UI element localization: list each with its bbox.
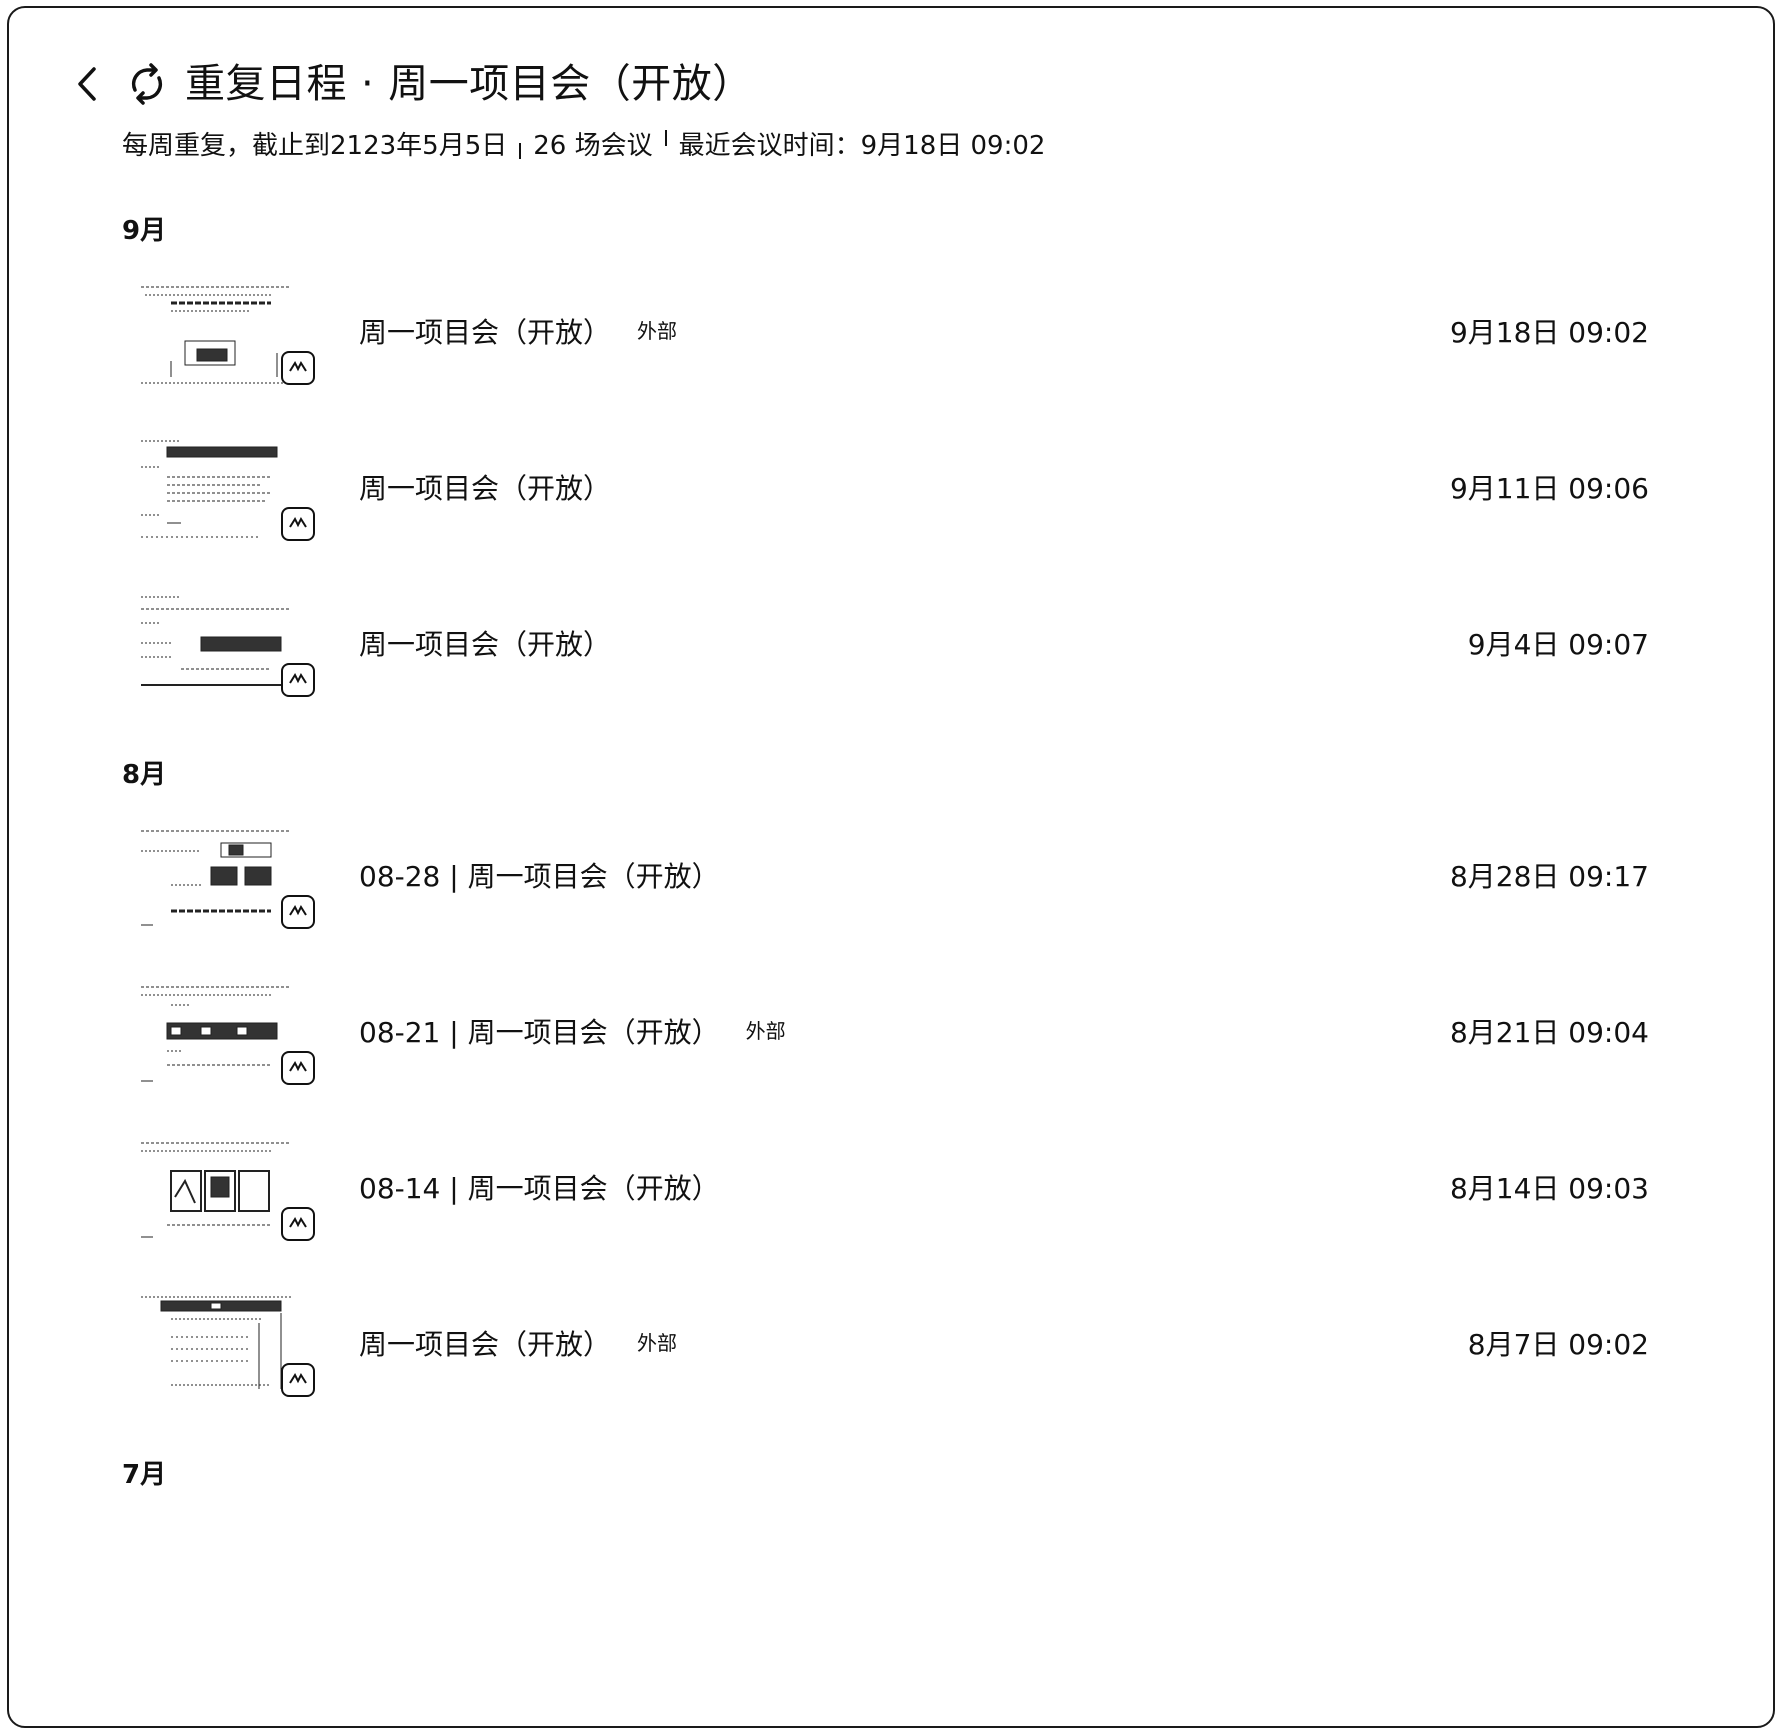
recording-badge-icon — [281, 507, 315, 541]
chevron-left-icon — [78, 67, 96, 101]
month-header: 7月 — [122, 1460, 167, 1490]
meeting-time: 8月14日 09:03 — [1449, 1172, 1649, 1205]
recording-badge-icon — [281, 1207, 315, 1241]
meeting-thumbnail — [141, 981, 317, 1089]
meeting-row[interactable]: 08-28 | 周一项目会（开放） 8月28日 09:17 — [109, 807, 1649, 947]
meeting-row[interactable]: 08-21 | 周一项目会（开放） 外部 8月21日 09:04 — [109, 963, 1649, 1103]
meeting-row[interactable]: 周一项目会（开放） 9月4日 09:07 — [109, 575, 1649, 715]
meeting-name: 08-21 | 周一项目会（开放） — [359, 1016, 720, 1049]
meeting-thumbnail — [141, 281, 317, 389]
recording-badge-icon — [281, 663, 315, 697]
recurring-schedule-window: 重复日程 · 周一项目会（开放） 每周重复，截止到2123年5月5日 26 场会议 … — [7, 6, 1775, 1728]
meeting-title: 08-28 | 周一项目会（开放） — [359, 857, 720, 897]
meeting-time: 9月4日 09:07 — [1467, 628, 1649, 661]
meeting-name: 周一项目会（开放） — [359, 1328, 612, 1361]
meeting-title: 周一项目会（开放） — [359, 469, 611, 509]
meeting-row[interactable]: 周一项目会（开放） 外部 9月18日 09:02 — [109, 263, 1649, 403]
meeting-time: 9月11日 09:06 — [1449, 472, 1649, 505]
meeting-time: 8月28日 09:17 — [1449, 860, 1649, 893]
month-header: 9月 — [122, 216, 167, 246]
recording-badge-icon — [281, 351, 315, 385]
title-meeting-name: 周一项目会（开放） — [388, 61, 753, 107]
latest-meeting-time: 最近会议时间：9月18日 09:02 — [678, 131, 1046, 161]
meeting-row[interactable]: 08-14 | 周一项目会（开放） 8月14日 09:03 — [109, 1119, 1649, 1259]
page-title: 重复日程 · 周一项目会（开放） — [185, 54, 753, 114]
recording-badge-icon — [281, 895, 315, 929]
meeting-name: 周一项目会（开放） — [359, 316, 612, 349]
meeting-title: 08-14 | 周一项目会（开放） — [359, 1169, 720, 1209]
meta-divider — [519, 143, 522, 159]
meeting-name: 周一项目会（开放） — [359, 628, 612, 661]
recording-badge-icon — [281, 1051, 315, 1085]
recurrence-rule: 每周重复，截止到2123年5月5日 — [122, 131, 508, 161]
back-button[interactable] — [65, 60, 109, 108]
meeting-time: 8月7日 09:02 — [1467, 1328, 1649, 1361]
meeting-name: 周一项目会（开放） — [359, 472, 612, 505]
meeting-title: 08-21 | 周一项目会（开放） 外部 — [359, 1013, 786, 1053]
meeting-name: 08-28 | 周一项目会（开放） — [359, 860, 720, 893]
meta-divider — [664, 130, 667, 146]
meeting-thumbnail — [141, 593, 317, 701]
external-tag: 外部 — [637, 319, 678, 343]
recurrence-summary: 每周重复，截止到2123年5月5日 26 场会议 最近会议时间：9月18日 09… — [122, 126, 1045, 166]
meeting-name: 08-14 | 周一项目会（开放） — [359, 1172, 720, 1205]
meeting-count: 26 场会议 — [533, 131, 653, 161]
repeat-icon — [121, 58, 173, 110]
meeting-row[interactable]: 周一项目会（开放） 9月11日 09:06 — [109, 419, 1649, 559]
meeting-time: 9月18日 09:02 — [1449, 316, 1649, 349]
meeting-row[interactable]: 周一项目会（开放） 外部 8月7日 09:02 — [109, 1275, 1649, 1415]
title-schedule: 重复日程 — [185, 61, 347, 107]
external-tag: 外部 — [745, 1019, 786, 1043]
meeting-thumbnail — [141, 1293, 317, 1401]
page-header: 重复日程 · 周一项目会（开放） 每周重复，截止到2123年5月5日 26 场会议 … — [9, 8, 1773, 178]
meeting-title: 周一项目会（开放） 外部 — [359, 1325, 677, 1365]
recording-badge-icon — [281, 1363, 315, 1397]
month-header: 8月 — [122, 760, 167, 790]
meeting-title: 周一项目会（开放） 外部 — [359, 313, 677, 353]
external-tag: 外部 — [637, 1331, 678, 1355]
meeting-thumbnail — [141, 437, 317, 545]
title-separator: · — [361, 61, 375, 107]
meeting-thumbnail — [141, 825, 317, 933]
meeting-time: 8月21日 09:04 — [1449, 1016, 1649, 1049]
meeting-thumbnail — [141, 1137, 317, 1245]
meeting-title: 周一项目会（开放） — [359, 625, 611, 665]
